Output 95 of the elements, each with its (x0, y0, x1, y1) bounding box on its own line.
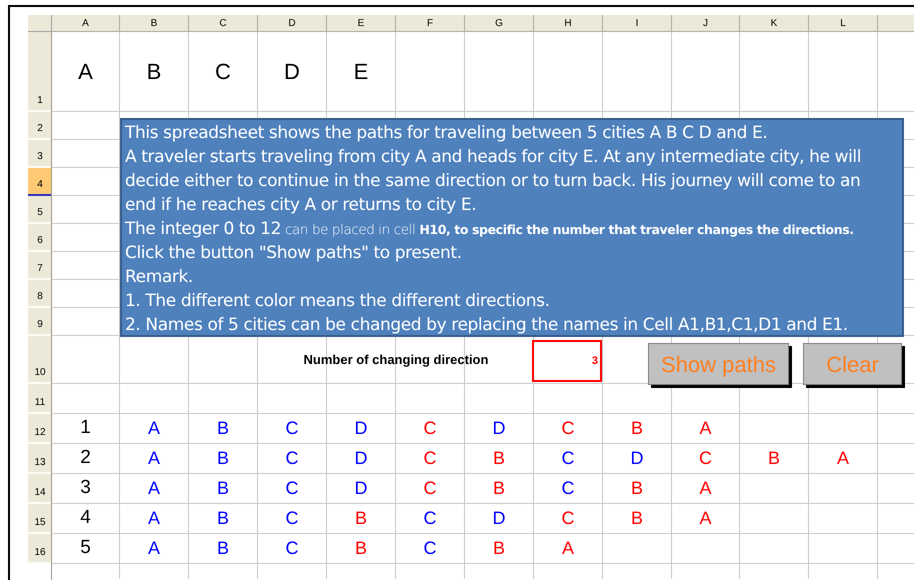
city-stop: B (492, 447, 505, 470)
column-header[interactable]: L (809, 15, 878, 32)
city-stop: C (424, 537, 436, 560)
instruction-text: This spreadsheet shows the paths for traveling between 5 cities A B C D and E. (125, 122, 768, 145)
city-stop: B (630, 417, 643, 440)
city-stop: B (216, 507, 229, 530)
city-stop: B (768, 447, 780, 470)
row-header[interactable]: 2 (28, 112, 52, 140)
city-stop: D (354, 477, 368, 500)
city-stop: D (492, 417, 506, 440)
row-header[interactable]: 14 (28, 474, 52, 504)
instruction-text: 1. The different color means the different directions. (125, 290, 551, 313)
row-header[interactable]: 11 (28, 384, 52, 414)
column-header[interactable]: F (396, 15, 465, 32)
row-header[interactable]: 9 (28, 308, 52, 336)
column-header[interactable]: C (189, 15, 258, 32)
column-header[interactable]: K (740, 15, 809, 32)
row-header[interactable]: 6 (28, 224, 52, 252)
city-stop: B (216, 447, 229, 470)
path-number: 1 (80, 416, 91, 440)
city-stop: C (424, 417, 436, 440)
city-stop: A (148, 507, 160, 530)
row-header[interactable]: 15 (28, 504, 52, 534)
row-header[interactable]: 13 (28, 444, 52, 474)
path-number: 4 (80, 506, 91, 530)
column-header[interactable]: D (258, 15, 327, 32)
city-stop: A (562, 537, 574, 560)
city-stop: A (148, 477, 160, 500)
column-header[interactable]: E (327, 15, 396, 32)
city-stop: B (492, 477, 505, 500)
row-header[interactable]: 10 (28, 336, 52, 384)
city-stop: B (354, 507, 367, 530)
city-stop: C (286, 507, 298, 530)
city-stop: C (562, 447, 574, 470)
city-stop: A (836, 447, 849, 470)
city-stop: C (286, 537, 298, 560)
city-stop: A (148, 447, 160, 470)
city-stop: D (492, 507, 506, 530)
city-name: E (354, 58, 368, 86)
city-stop: C (562, 417, 574, 440)
city-stop: B (216, 417, 229, 440)
city-stop: B (216, 537, 229, 560)
instruction-text: A traveler starts traveling from city A and heads for city E. At any intermediate city, he will (125, 146, 862, 169)
city-stop: C (424, 477, 436, 500)
column-header[interactable]: G (465, 15, 534, 32)
city-stop: C (286, 447, 298, 470)
city-stop: B (492, 537, 505, 560)
city-stop: C (286, 477, 298, 500)
city-stop: C (286, 417, 298, 440)
row-header[interactable]: 12 (28, 414, 52, 444)
city-stop: B (354, 537, 367, 560)
column-header[interactable]: J (672, 15, 740, 32)
row-header[interactable]: 16 (28, 534, 52, 564)
city-name: C (215, 58, 231, 86)
direction-input[interactable]: 3 (532, 340, 602, 382)
city-stop: D (354, 447, 368, 470)
row-header[interactable]: 4 (28, 168, 52, 196)
city-name: B (146, 58, 162, 86)
row-header[interactable]: 7 (28, 252, 52, 280)
city-stop: C (562, 477, 574, 500)
city-stop: D (354, 417, 368, 440)
city-stop: C (424, 447, 436, 470)
path-number: 3 (80, 476, 91, 500)
column-header[interactable]: A (52, 15, 120, 32)
city-stop: A (148, 417, 160, 440)
city-stop: C (699, 447, 712, 470)
instruction-text: decide either to continue in the same direction or to turn back. His journey will come to an (125, 170, 862, 193)
instruction-text: 2. Names of 5 cities can be changed by replacing the names in Cell A1,B1,C1,D1 and E1. (125, 314, 849, 337)
instruction-text: The integer 0 to 12 can be placed in cell H10, to specific the number that traveler changes the directions. (125, 218, 855, 241)
row-header[interactable]: 3 (28, 140, 52, 168)
row-header[interactable]: 1 (28, 32, 52, 112)
path-number: 5 (80, 536, 91, 560)
instruction-text: Remark. (125, 266, 194, 289)
city-stop: A (148, 537, 160, 560)
select-all-corner[interactable] (28, 15, 52, 32)
row-header[interactable]: 8 (28, 280, 52, 308)
city-stop: A (699, 507, 712, 530)
city-stop: B (630, 507, 643, 530)
field-label: Number of changing direction (304, 350, 488, 369)
instruction-text: end if he reaches city A or returns to city E. (125, 194, 478, 217)
column-header[interactable]: I (603, 15, 672, 32)
city-stop: C (424, 507, 436, 530)
column-header[interactable]: B (120, 15, 189, 32)
row-header[interactable]: 5 (28, 196, 52, 224)
city-stop: A (699, 477, 712, 500)
city-stop: B (216, 477, 229, 500)
city-stop: A (699, 417, 712, 440)
city-stop: D (630, 447, 644, 470)
column-header[interactable]: H (534, 15, 603, 32)
city-name: A (78, 58, 93, 86)
city-name: D (284, 58, 300, 86)
path-number: 2 (80, 446, 91, 470)
city-stop: C (562, 507, 574, 530)
city-stop: B (630, 477, 643, 500)
instruction-text: Click the button "Show paths" to present. (125, 242, 463, 265)
